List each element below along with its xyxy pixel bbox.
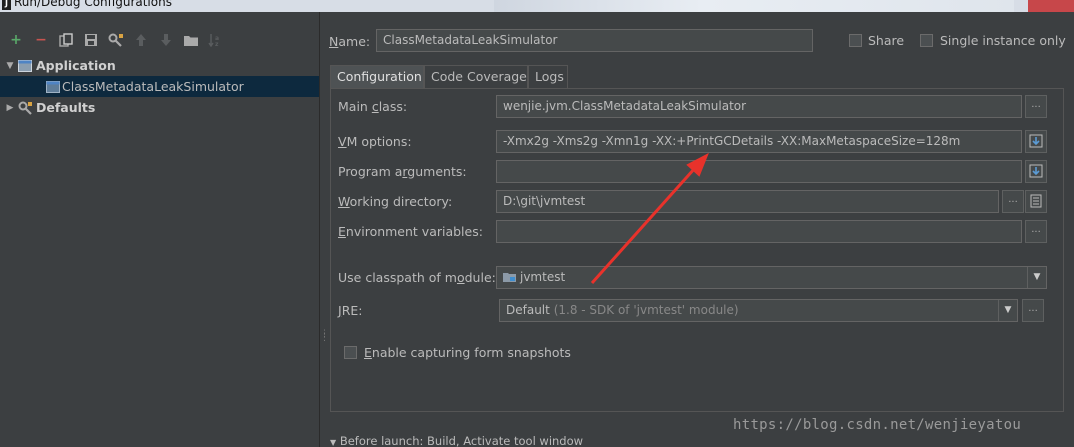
- expand-field-icon[interactable]: [1025, 160, 1047, 183]
- folder-icon[interactable]: [181, 30, 201, 50]
- save-icon[interactable]: [81, 30, 101, 50]
- before-launch-label: Before launch: Build, Activate tool wind…: [339, 434, 584, 447]
- jre-hint: (1.8 - SDK of 'jvmtest' module): [553, 303, 739, 317]
- add-icon[interactable]: +: [6, 30, 26, 50]
- tab-logs[interactable]: Logs: [528, 65, 568, 88]
- working-dir-label: Working directory:: [338, 194, 453, 209]
- application-config-icon: [46, 80, 60, 94]
- copy-icon[interactable]: [56, 30, 76, 50]
- intellij-app-icon: J: [2, 0, 11, 10]
- tree-item-defaults[interactable]: ▶ Defaults: [0, 97, 319, 118]
- expand-field-icon[interactable]: [1025, 130, 1047, 153]
- sort-icon[interactable]: az: [206, 30, 226, 50]
- program-args-label: Program arguments:: [338, 164, 467, 179]
- move-up-icon[interactable]: [131, 30, 151, 50]
- classpath-label: Use classpath of module:: [338, 270, 496, 285]
- main-class-label: Main class:: [338, 99, 408, 114]
- svg-text:z: z: [215, 41, 219, 47]
- working-dir-field[interactable]: D:\git\jvmtest: [496, 190, 999, 213]
- main-class-browse-button[interactable]: ...: [1025, 95, 1047, 118]
- module-folder-icon: [503, 269, 517, 283]
- vm-options-label: VM options:: [338, 134, 412, 149]
- before-launch-section[interactable]: ▼ Before launch: Build, Activate tool wi…: [330, 434, 583, 447]
- tree-item-label: Defaults: [36, 100, 96, 115]
- main-class-field[interactable]: wenjie.jvm.ClassMetadataLeakSimulator: [496, 95, 1022, 118]
- env-vars-browse-button[interactable]: ...: [1025, 220, 1047, 243]
- jre-label: JRE:: [338, 303, 363, 318]
- name-field[interactable]: ClassMetadataLeakSimulator: [376, 29, 813, 52]
- working-dir-browse-button[interactable]: ...: [1002, 190, 1024, 213]
- application-icon: [18, 59, 32, 73]
- tree-item-classmetadataleaksimulator[interactable]: ClassMetadataLeakSimulator: [0, 76, 319, 97]
- tree-item-application[interactable]: ▼ Application: [0, 55, 319, 76]
- macro-icon[interactable]: [1025, 190, 1047, 213]
- configuration-editor: Name: ClassMetadataLeakSimulator Share S…: [325, 12, 1074, 447]
- chevron-down-icon[interactable]: ▼: [1027, 267, 1046, 288]
- window-close-button[interactable]: [1028, 0, 1074, 12]
- title-bar: J Run/Debug Configurations: [0, 0, 1074, 12]
- tree-item-label: Application: [36, 58, 116, 73]
- tab-configuration[interactable]: Configuration: [330, 65, 424, 88]
- classpath-module-select[interactable]: jvmtest: [496, 266, 1047, 289]
- collapse-arrow-icon[interactable]: ▼: [330, 438, 336, 447]
- configurations-panel: + − az ▼ Application ClassMetadataLeakSi…: [0, 12, 319, 447]
- tab-code-coverage[interactable]: Code Coverage: [424, 65, 528, 88]
- expanded-arrow-icon[interactable]: ▼: [4, 61, 16, 71]
- env-vars-label: Environment variables:: [338, 224, 483, 239]
- enable-snapshots-checkbox[interactable]: [344, 346, 357, 359]
- jre-select[interactable]: Default (1.8 - SDK of 'jvmtest' module): [499, 299, 1018, 322]
- configurations-toolbar: + − az: [0, 30, 319, 52]
- remove-icon[interactable]: −: [31, 30, 51, 50]
- jre-browse-button[interactable]: ...: [1022, 299, 1044, 322]
- watermark: https://blog.csdn.net/wenjieyatou: [733, 417, 1022, 433]
- share-label: Share: [868, 33, 905, 48]
- program-args-field[interactable]: [496, 160, 1022, 183]
- enable-snapshots-label: Enable capturing form snapshots: [364, 345, 571, 360]
- tree-item-label: ClassMetadataLeakSimulator: [62, 79, 244, 94]
- title-bar-background: [494, 0, 1014, 12]
- vm-options-field[interactable]: -Xmx2g -Xms2g -Xmn1g -XX:+PrintGCDetails…: [496, 130, 1022, 153]
- configurations-tree: ▼ Application ClassMetadataLeakSimulator…: [0, 55, 319, 447]
- chevron-down-icon[interactable]: ▼: [998, 300, 1017, 321]
- share-checkbox[interactable]: [849, 34, 862, 47]
- wrench-icon: [18, 101, 32, 115]
- window-title: Run/Debug Configurations: [14, 0, 172, 9]
- jre-value: Default: [506, 303, 550, 317]
- move-down-icon[interactable]: [156, 30, 176, 50]
- classpath-module-value: jvmtest: [520, 270, 566, 284]
- name-label: Name:: [329, 34, 371, 49]
- wrench-icon[interactable]: [106, 30, 126, 50]
- single-instance-label: Single instance only: [940, 33, 1066, 48]
- collapsed-arrow-icon[interactable]: ▶: [4, 103, 16, 113]
- env-vars-field[interactable]: [496, 220, 1022, 243]
- single-instance-checkbox[interactable]: [920, 34, 933, 47]
